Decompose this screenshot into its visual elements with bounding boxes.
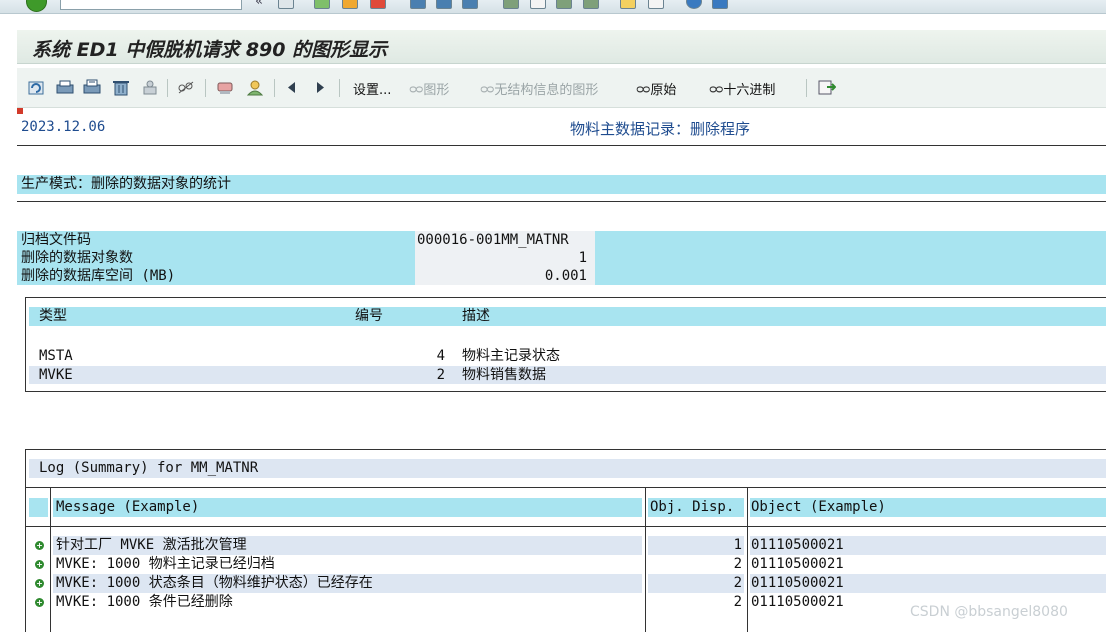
message-cell: 针对工厂 MVKE 激活批次管理 bbox=[56, 537, 247, 553]
unstructured-graphic-button[interactable]: ᴑᴑ 无结构信息的图形 bbox=[480, 79, 599, 99]
table-row[interactable]: + MVKE: 1000 物料主记录已经归档 2 01110500021 bbox=[26, 555, 1106, 574]
graphic-button[interactable]: ᴑᴑ 图形 bbox=[409, 79, 450, 99]
type-table: 类型 编号 描述 MSTA 4 物料主记录状态 MVKE 2 物料销售数据 bbox=[25, 297, 1106, 392]
report-date: 2023.12.06 bbox=[21, 119, 106, 135]
shortcut-icon[interactable] bbox=[648, 0, 664, 9]
glasses-icon: ᴑᴑ bbox=[709, 81, 723, 96]
enter-check-icon[interactable] bbox=[26, 0, 47, 12]
disp-column-header: Obj. Disp. bbox=[650, 499, 735, 515]
first-page-icon[interactable] bbox=[503, 0, 519, 9]
section-title: 生产模式：删除的数据对象的统计 bbox=[17, 175, 1106, 194]
number-cell: 2 bbox=[436, 367, 445, 383]
expand-plus-icon[interactable]: + bbox=[35, 541, 44, 550]
type-column-header: 类型 bbox=[39, 308, 67, 324]
print-icon[interactable] bbox=[56, 79, 74, 96]
type-table-header bbox=[29, 307, 1106, 326]
object-cell: 01110500021 bbox=[751, 537, 844, 553]
corner-marker bbox=[17, 108, 23, 114]
description-column-header: 描述 bbox=[462, 308, 490, 324]
cancel-icon[interactable] bbox=[370, 0, 386, 9]
table-row: MVKE 2 物料销售数据 bbox=[29, 366, 1106, 384]
graphic-button-label: 图形 bbox=[423, 83, 450, 98]
summary-label: 归档文件码 bbox=[21, 232, 91, 248]
export-icon[interactable] bbox=[818, 79, 836, 96]
hex-button[interactable]: ᴑᴑ 十六进制 bbox=[709, 79, 776, 99]
last-page-icon[interactable] bbox=[583, 0, 599, 9]
report-heading: 物料主数据记录：删除程序 bbox=[570, 120, 751, 138]
display-format-icon[interactable] bbox=[177, 79, 195, 96]
disp-cell: 2 bbox=[733, 556, 742, 572]
raw-button[interactable]: ᴑᴑ 原始 bbox=[636, 79, 677, 99]
next-arrow-icon[interactable] bbox=[311, 79, 329, 96]
object-column-header: Object (Example) bbox=[751, 499, 886, 515]
disp-cell: 1 bbox=[733, 537, 742, 553]
type-cell: MSTA bbox=[39, 348, 73, 364]
glasses-icon: ᴑᴑ bbox=[636, 81, 650, 96]
report-area: 2023.12.06 物料主数据记录：删除程序 生产模式：删除的数据对象的统计 … bbox=[17, 108, 1106, 632]
number-cell: 4 bbox=[436, 348, 445, 364]
table-row[interactable]: + MVKE: 1000 状态条目（物料维护状态）已经存在 2 01110500… bbox=[26, 574, 1106, 593]
find-icon[interactable] bbox=[436, 0, 452, 9]
back-icon[interactable] bbox=[314, 0, 330, 9]
application-toolbar: 设置... ᴑᴑ 图形 ᴑᴑ 无结构信息的图形 ᴑᴑ 原始 ᴑᴑ 十六进制 bbox=[17, 68, 1106, 108]
summary-label: 删除的数据库空间 (MB) bbox=[21, 268, 176, 284]
type-cell: MVKE bbox=[39, 367, 73, 383]
print-icon[interactable] bbox=[410, 0, 426, 9]
collapse-arrows-icon[interactable]: « bbox=[255, 0, 263, 9]
summary-label: 删除的数据对象数 bbox=[21, 250, 133, 266]
settings-button[interactable]: 设置... bbox=[353, 79, 391, 98]
output-controller-icon[interactable] bbox=[141, 79, 159, 96]
summary-value: 000016-001MM_MATNR bbox=[417, 232, 569, 248]
command-field[interactable] bbox=[60, 0, 242, 10]
table-row[interactable]: + 针对工厂 MVKE 激活批次管理 1 01110500021 bbox=[26, 536, 1106, 555]
save-icon[interactable] bbox=[278, 0, 294, 9]
summary-value: 1 bbox=[578, 250, 587, 266]
summary-value: 0.001 bbox=[544, 268, 587, 284]
print-settings-icon[interactable] bbox=[83, 79, 101, 96]
window-title: 系统 ED1 中假脱机请求 890 的图形显示 bbox=[32, 39, 388, 61]
user-list-icon[interactable] bbox=[246, 79, 264, 96]
watermark: CSDN @bbsangel8080 bbox=[910, 604, 1068, 620]
glasses-icon: ᴑᴑ bbox=[409, 81, 423, 96]
expand-plus-icon[interactable]: + bbox=[35, 560, 44, 569]
help-icon[interactable] bbox=[686, 0, 702, 9]
find-next-icon[interactable] bbox=[462, 0, 478, 9]
object-cell: 01110500021 bbox=[751, 594, 844, 610]
system-toolbar: « bbox=[0, 0, 1106, 14]
exit-icon[interactable] bbox=[342, 0, 358, 9]
expand-plus-icon[interactable]: + bbox=[35, 579, 44, 588]
description-cell: 物料销售数据 bbox=[462, 367, 546, 383]
hex-button-label: 十六进制 bbox=[723, 83, 776, 98]
title-bar: 系统 ED1 中假脱机请求 890 的图形显示 bbox=[17, 30, 1106, 64]
next-page-icon[interactable] bbox=[556, 0, 572, 9]
disp-cell: 2 bbox=[733, 594, 742, 610]
raw-button-label: 原始 bbox=[650, 83, 677, 98]
message-cell: MVKE: 1000 状态条目（物料维护状态）已经存在 bbox=[56, 575, 373, 591]
previous-page-icon[interactable] bbox=[530, 0, 546, 9]
log-title: Log (Summary) for MM_MATNR bbox=[39, 460, 259, 476]
settings-button-label: 设置... bbox=[353, 83, 392, 98]
message-cell: MVKE: 1000 条件已经删除 bbox=[56, 594, 233, 610]
previous-arrow-icon[interactable] bbox=[283, 79, 301, 96]
unstructured-graphic-button-label: 无结构信息的图形 bbox=[494, 83, 599, 98]
message-cell: MVKE: 1000 物料主记录已经归档 bbox=[56, 556, 275, 572]
layout-menu-icon[interactable] bbox=[712, 0, 728, 9]
number-column-header: 编号 bbox=[355, 308, 383, 324]
object-cell: 01110500021 bbox=[751, 556, 844, 572]
refresh-icon[interactable] bbox=[28, 79, 46, 96]
expand-plus-icon[interactable]: + bbox=[35, 598, 44, 607]
output-device-icon[interactable] bbox=[216, 79, 234, 96]
table-row: MSTA 4 物料主记录状态 bbox=[29, 347, 1106, 366]
glasses-icon: ᴑᴑ bbox=[480, 81, 494, 96]
object-cell: 01110500021 bbox=[751, 575, 844, 591]
description-cell: 物料主记录状态 bbox=[462, 348, 560, 364]
delete-icon[interactable] bbox=[112, 79, 130, 96]
new-session-icon[interactable] bbox=[620, 0, 636, 9]
message-column-header: Message (Example) bbox=[56, 499, 200, 515]
disp-cell: 2 bbox=[733, 575, 742, 591]
